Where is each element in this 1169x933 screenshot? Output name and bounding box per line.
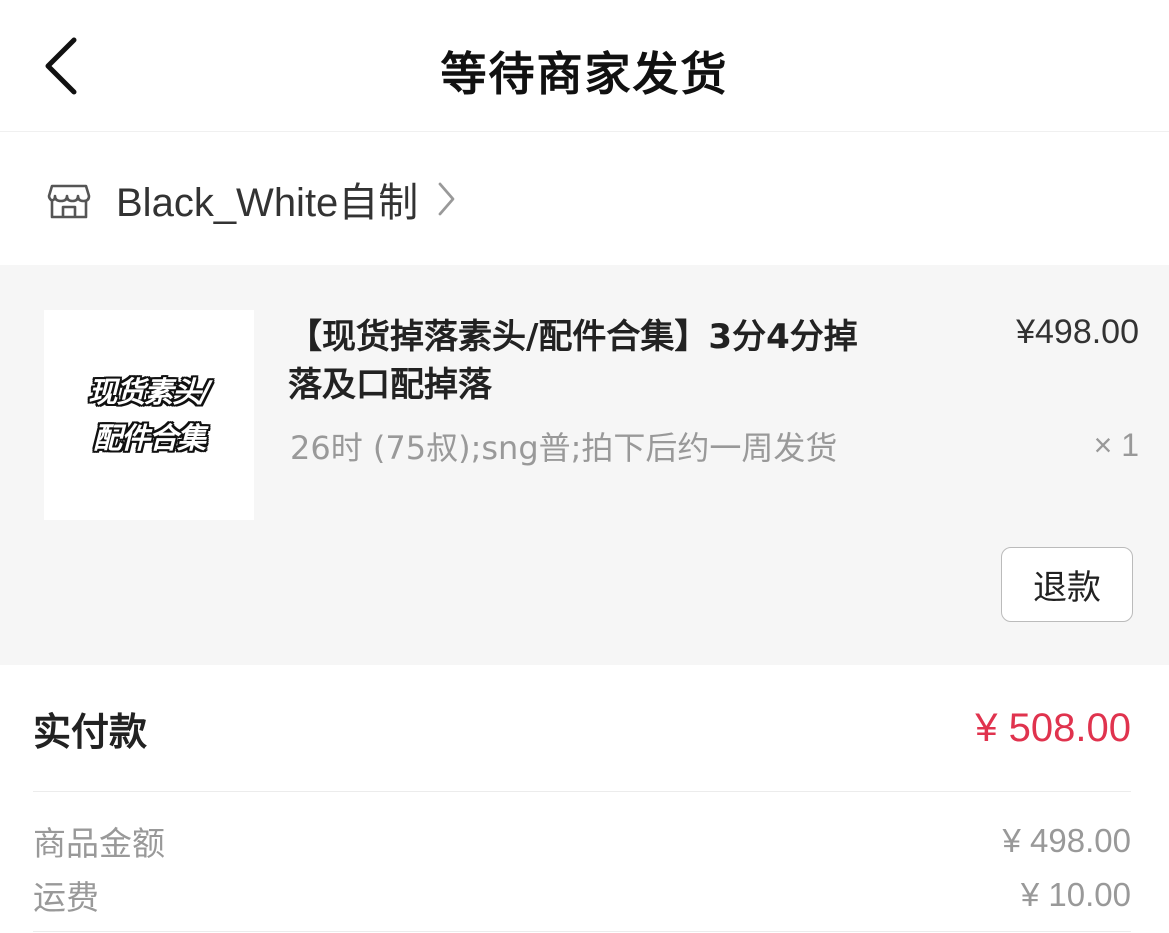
chevron-right-icon — [436, 181, 456, 217]
product-price: ¥498.00 — [1016, 313, 1139, 351]
thumbnail-text-line2: 配件合集 — [92, 421, 206, 455]
paid-label: 实付款 — [33, 709, 148, 754]
product-quantity: × 1 — [1093, 427, 1139, 463]
goods-amount-value: ¥ 498.00 — [1002, 822, 1131, 859]
refund-button[interactable]: 退款 — [1001, 547, 1133, 622]
top-nav-bar: 等待商家发货 — [0, 0, 1169, 132]
shop-row[interactable]: Black_White自制 — [0, 133, 1169, 265]
product-card[interactable]: 现货素头/ 配件合集 【现货掉落素头/配件合集】3分4分掉落及口配掉落 26时 … — [0, 265, 1169, 665]
goods-amount-label: 商品金额 — [33, 824, 165, 863]
shipping-fee-label: 运费 — [33, 878, 99, 917]
shop-name: Black_White自制 — [116, 181, 419, 225]
divider — [33, 931, 1131, 932]
product-title: 【现货掉落素头/配件合集】3分4分掉落及口配掉落 — [288, 317, 858, 405]
product-thumbnail[interactable]: 现货素头/ 配件合集 — [44, 310, 254, 520]
shipping-fee-value: ¥ 10.00 — [1020, 876, 1131, 913]
paid-value: ¥ 508.00 — [975, 705, 1131, 750]
page-title: 等待商家发货 — [440, 47, 729, 101]
shipping-fee-row: 运费 ¥ 10.00 — [33, 870, 1131, 920]
order-detail-page: 等待商家发货 Black_White自制 现货素头/ 配件合集 【现货掉落素头/… — [0, 0, 1169, 933]
store-icon — [46, 176, 92, 222]
thumbnail-text-line1: 现货素头/ — [88, 375, 211, 409]
product-spec: 26时 (75叔);sng普;拍下后约一周发货 — [290, 429, 838, 467]
paid-amount-row: 实付款 ¥ 508.00 — [33, 665, 1131, 792]
goods-amount-row: 商品金额 ¥ 498.00 — [33, 816, 1131, 866]
